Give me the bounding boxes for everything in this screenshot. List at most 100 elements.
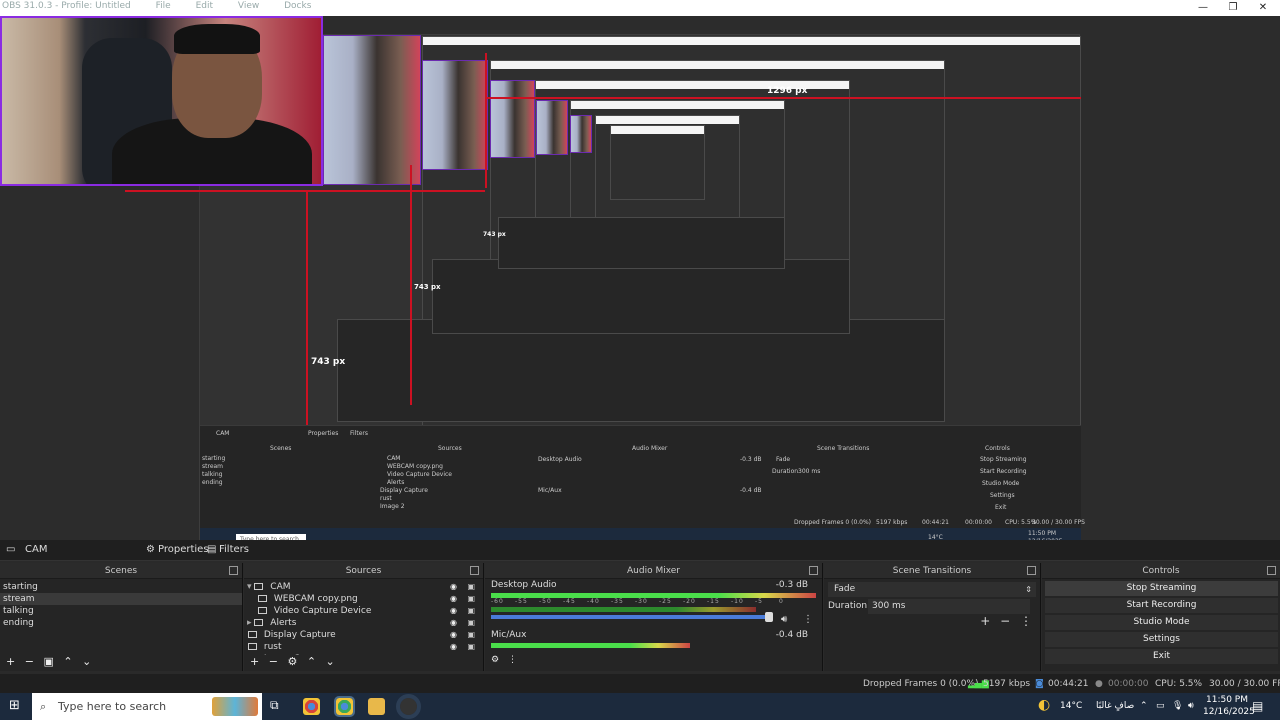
remove-transition-button[interactable]: − <box>1000 614 1010 628</box>
lock-icon[interactable]: ▣ <box>467 605 475 617</box>
minimize-button[interactable]: — <box>1188 0 1218 16</box>
add-source-button[interactable]: + <box>250 655 259 668</box>
studio-mode-button[interactable]: Studio Mode <box>1045 615 1278 630</box>
add-scene-button[interactable]: + <box>6 655 15 668</box>
webcam-feed[interactable] <box>0 16 323 186</box>
start-recording-button[interactable]: Start Recording <box>1045 598 1278 613</box>
stop-streaming-button[interactable]: Stop Streaming <box>1045 581 1278 596</box>
remove-scene-button[interactable]: − <box>25 655 34 668</box>
scene-item-ending[interactable]: ending <box>0 617 242 629</box>
expand-arrow-icon[interactable]: ▸ <box>247 618 252 628</box>
windows-start-icon[interactable]: ⊞ <box>9 698 20 713</box>
nested-mixer-desktop-level: -0.3 dB <box>740 456 762 463</box>
clock-date[interactable]: 12/16/2025 <box>1203 707 1255 717</box>
close-button[interactable]: ✕ <box>1248 0 1278 16</box>
eye-icon[interactable]: ◉ <box>450 641 457 653</box>
kebab-menu-icon[interactable]: ⋮ <box>508 655 517 665</box>
move-down-icon[interactable]: ⌄ <box>326 655 335 668</box>
chevron-updown-icon[interactable]: ⇕ <box>1025 582 1032 597</box>
filter-icon[interactable]: ▤ <box>207 544 216 555</box>
popout-icon[interactable] <box>809 566 818 575</box>
obs-icon[interactable] <box>396 694 421 719</box>
add-transition-button[interactable]: + <box>980 614 990 628</box>
maximize-button[interactable]: ❐ <box>1218 0 1248 16</box>
weather-description[interactable]: صافٍ غالبًا <box>1096 701 1134 711</box>
lock-icon[interactable]: ▣ <box>467 581 475 593</box>
settings-button[interactable]: Settings <box>1045 632 1278 647</box>
advanced-audio-gear-icon[interactable]: ⚙ <box>491 655 499 665</box>
clock-time[interactable]: 11:50 PM <box>1206 695 1248 705</box>
nested-mixer-mic-level: -0.4 dB <box>740 487 762 494</box>
tray-chevron-icon[interactable]: ⌃ <box>1140 701 1148 711</box>
menu-view[interactable]: View <box>238 1 259 11</box>
move-up-icon[interactable]: ⌃ <box>307 655 316 668</box>
duration-spinbox[interactable]: 300 ms <box>868 599 1030 614</box>
gear-icon[interactable]: ⚙ <box>146 544 155 555</box>
notifications-icon[interactable]: ▤ <box>1252 699 1263 713</box>
eye-icon[interactable]: ◉ <box>450 617 457 629</box>
task-view-icon[interactable]: ⧉ <box>270 698 279 713</box>
source-settings-gear-icon[interactable]: ⚙ <box>287 655 297 668</box>
preview-area[interactable]: 1296 px 743 px 743 px 743 px CAM Propert… <box>0 16 1280 548</box>
scene-transitions-header: Scene Transitions <box>824 563 1040 579</box>
desktop-audio-volume-slider[interactable] <box>491 612 773 622</box>
volume-icon[interactable]: 🔊︎ <box>1188 701 1194 711</box>
nested-source-item: Video Capture Device <box>387 471 453 478</box>
eye-icon[interactable]: ◉ <box>450 593 457 605</box>
source-item-webcam-png[interactable]: WEBCAM copy.png ◉ ▣ <box>244 593 483 605</box>
kebab-menu-icon[interactable]: ⋮ <box>1020 614 1032 628</box>
popout-icon[interactable] <box>1027 566 1036 575</box>
move-up-icon[interactable]: ⌃ <box>63 655 72 668</box>
expand-arrow-icon[interactable]: ▾ <box>247 582 252 592</box>
source-item-cam[interactable]: ▾ CAM ◉ ▣ <box>244 581 483 593</box>
menu-edit[interactable]: Edit <box>196 1 213 11</box>
source-item-alerts[interactable]: ▸ Alerts ◉ ▣ <box>244 617 483 629</box>
camera-icon <box>258 607 267 614</box>
microphone-icon[interactable]: 🎙︎ <box>1172 701 1183 711</box>
filters-button[interactable]: Filters <box>219 544 249 555</box>
remove-source-button[interactable]: − <box>269 655 278 668</box>
duration-label: Duration <box>828 601 868 611</box>
eye-icon[interactable]: ◉ <box>450 605 457 617</box>
chrome-icon[interactable] <box>303 698 320 715</box>
image-icon <box>258 595 267 602</box>
kebab-menu-icon[interactable]: ⋮ <box>803 614 813 625</box>
scene-transitions-title: Scene Transitions <box>892 566 972 576</box>
monitor-icon <box>248 631 257 638</box>
scale-tick: -45 <box>563 598 576 605</box>
source-item-rust[interactable]: rust ◉ ▣ <box>244 641 483 653</box>
popout-icon[interactable] <box>229 566 238 575</box>
properties-button[interactable]: Properties <box>158 544 209 555</box>
lock-icon[interactable]: ▣ <box>467 617 475 629</box>
weather-temp[interactable]: 14°C <box>1060 701 1082 711</box>
speaker-icon[interactable]: 🔊︎ <box>781 614 787 625</box>
taskbar-search[interactable]: ⌕ Type here to search <box>32 693 262 720</box>
lock-icon[interactable]: ▣ <box>467 629 475 641</box>
lock-icon[interactable]: ▣ <box>467 641 475 653</box>
transition-select[interactable]: Fade ⇕ <box>828 582 1036 597</box>
source-item-display-capture[interactable]: Display Capture ◉ ▣ <box>244 629 483 641</box>
measure-label-height-3: 743 px <box>311 357 346 367</box>
scene-item-stream[interactable]: stream <box>0 593 242 605</box>
file-explorer-icon[interactable] <box>368 698 385 715</box>
preview-canvas[interactable]: 1296 px 743 px 743 px 743 px CAM Propert… <box>125 34 1085 548</box>
move-down-icon[interactable]: ⌄ <box>82 655 91 668</box>
scene-item-starting[interactable]: starting <box>0 581 242 593</box>
menu-file[interactable]: File <box>156 1 171 11</box>
scene-item-talking[interactable]: talking <box>0 605 242 617</box>
menu-docks[interactable]: Docks <box>284 1 311 11</box>
eye-icon[interactable]: ◉ <box>450 629 457 641</box>
popout-icon[interactable] <box>1267 566 1276 575</box>
chrome-profile-icon[interactable] <box>334 696 355 717</box>
slider-handle[interactable] <box>765 612 773 622</box>
stream-time: 00:44:21 <box>1048 679 1089 689</box>
scene-filters-icon[interactable]: ▣ <box>43 655 53 668</box>
exit-button[interactable]: Exit <box>1045 649 1278 664</box>
nested-dock-1 <box>337 319 945 422</box>
lock-icon[interactable]: ▣ <box>467 593 475 605</box>
network-icon[interactable]: ▭ <box>1156 701 1165 711</box>
eye-icon[interactable]: ◉ <box>450 581 457 593</box>
nested-time: 11:50 PM <box>1028 530 1056 537</box>
popout-icon[interactable] <box>470 566 479 575</box>
source-item-video-capture[interactable]: Video Capture Device ◉ ▣ <box>244 605 483 617</box>
